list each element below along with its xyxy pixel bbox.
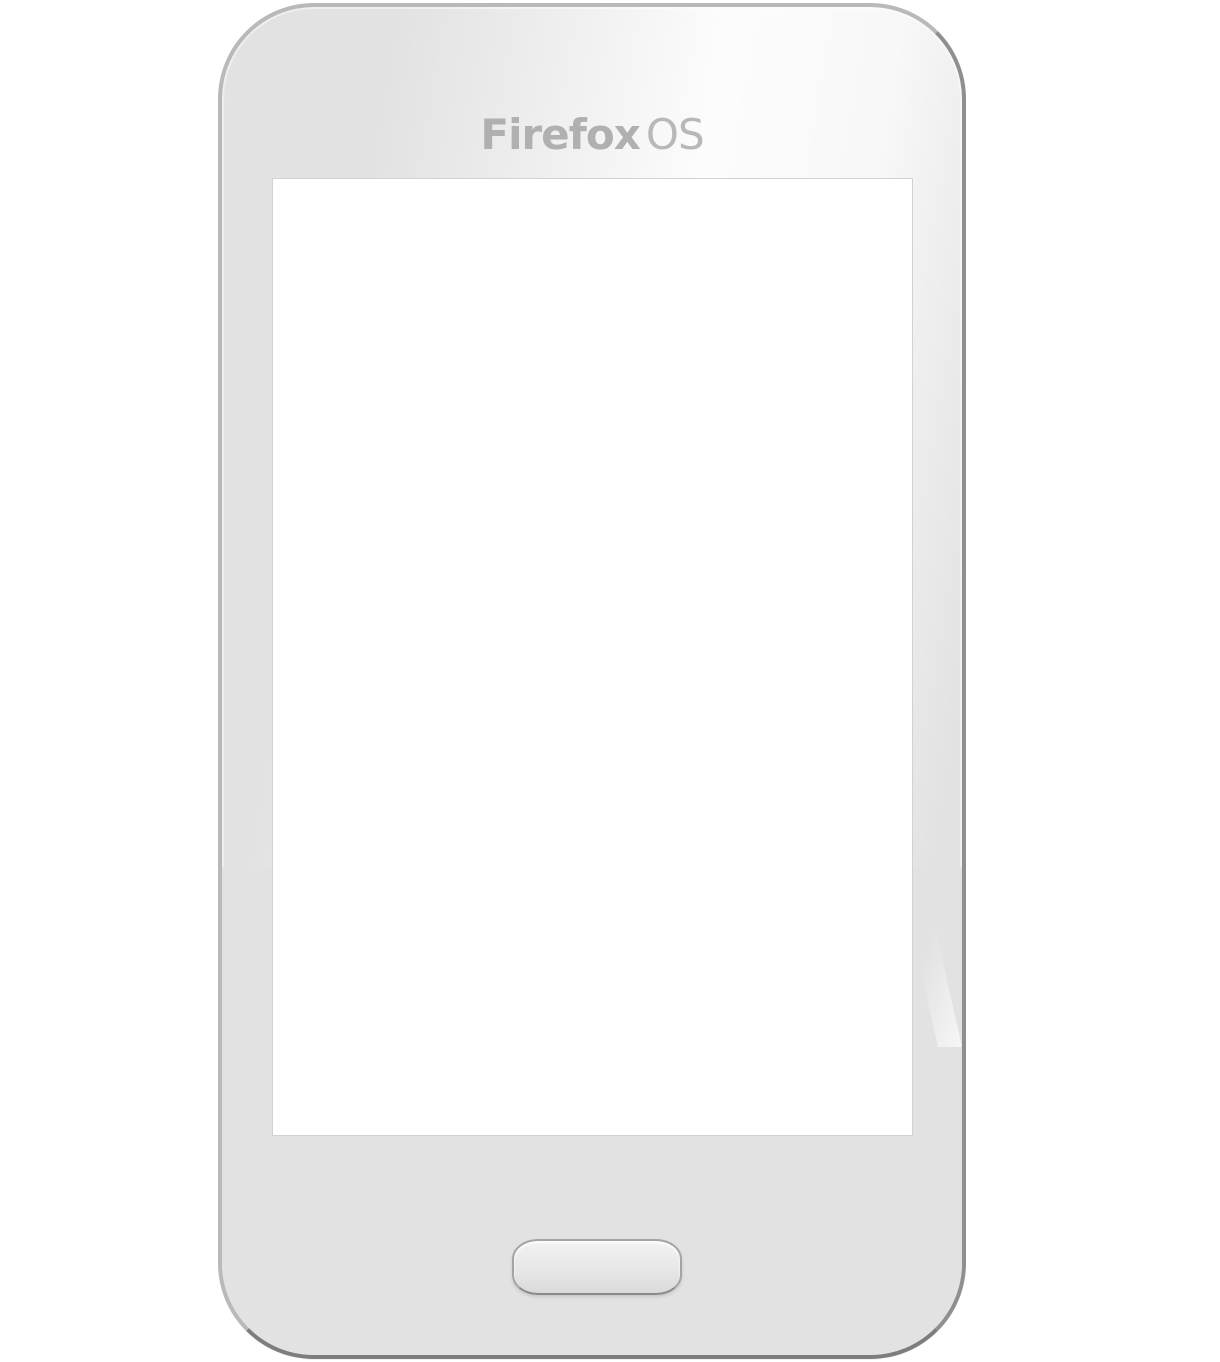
brand-logo: Firefox OS <box>222 110 962 159</box>
stage: Firefox OS <box>0 0 1220 1362</box>
brand-name-firefox: Firefox <box>480 110 641 159</box>
device-screen[interactable] <box>272 178 913 1136</box>
brand-name-os: OS <box>645 110 705 159</box>
home-button[interactable] <box>512 1239 682 1295</box>
phone-frame: Firefox OS <box>218 3 966 1359</box>
